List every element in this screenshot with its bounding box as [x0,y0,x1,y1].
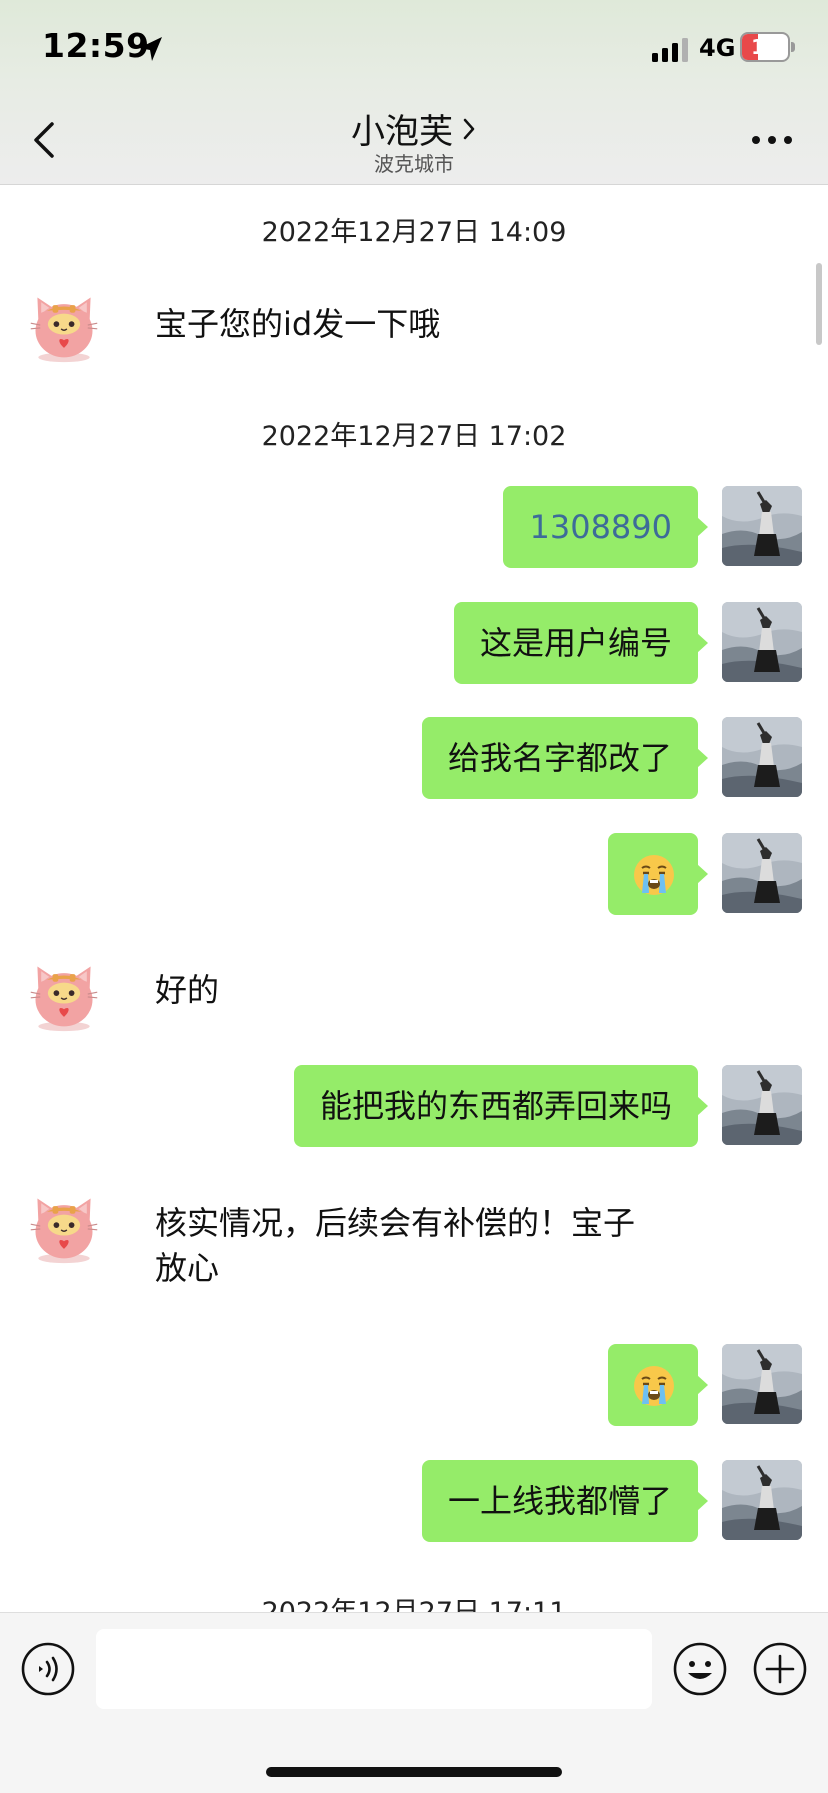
more-icon[interactable] [748,128,796,152]
my-avatar[interactable] [722,602,802,682]
outgoing-message[interactable]: 1308890 [503,486,708,568]
outgoing-message[interactable]: 给我名字都改了 [421,717,709,799]
battery-percent: 16 [751,35,779,59]
my-avatar[interactable] [722,1065,802,1145]
outgoing-message[interactable]: 一上线我都懵了 [421,1460,709,1542]
message-timestamp: 2022年12月27日 17:02 [261,421,567,452]
my-avatar[interactable] [722,833,802,913]
chat-area[interactable]: 2022年12月27日 14:09 宝子您的id发一下哦 2022年12月27日… [0,185,828,1612]
my-avatar[interactable] [722,1344,802,1424]
location-arrow-icon [139,37,162,61]
my-avatar[interactable] [722,1460,802,1540]
incoming-message: 好的 [155,971,220,1009]
chat-title: 小泡芙 [351,112,453,152]
status-time: 12:59 [42,26,150,65]
contact-avatar[interactable] [26,287,102,365]
chat-title-button[interactable]: 小泡芙 [0,104,828,153]
crying-emoji-icon [632,1364,676,1408]
incoming-message: 核实情况，后续会有补偿的！宝子放心 [155,1204,636,1287]
message-input[interactable] [96,1629,652,1709]
top-bar: 12:59 4G 16 小泡芙 波克城市 [0,0,828,185]
contact-avatar[interactable] [26,956,102,1034]
my-avatar[interactable] [722,717,802,797]
contact-avatar[interactable] [26,1188,102,1266]
chat-subtitle: 波克城市 [374,152,454,176]
input-bar [0,1612,828,1793]
home-indicator[interactable] [266,1767,562,1777]
message-timestamp: 2022年12月27日 14:09 [261,217,567,248]
outgoing-message[interactable]: 能把我的东西都弄回来吗 [293,1065,709,1147]
scrollbar[interactable] [816,263,822,345]
my-avatar[interactable] [722,486,802,566]
message-timestamp: 2022年12月27日 17:11 [0,1590,828,1612]
outgoing-emoji-message[interactable] [608,1344,708,1426]
chevron-right-icon [463,118,475,140]
plus-icon[interactable] [752,1641,808,1697]
outgoing-emoji-message[interactable] [608,833,708,915]
battery-icon: 16 [740,32,798,62]
signal-icon [652,38,688,62]
emoji-icon[interactable] [672,1641,728,1697]
crying-emoji-icon [632,853,676,897]
voice-icon[interactable] [20,1641,76,1697]
outgoing-message[interactable]: 这是用户编号 [453,602,709,684]
incoming-message: 宝子您的id发一下哦 [155,305,441,343]
network-label: 4G [699,34,736,62]
